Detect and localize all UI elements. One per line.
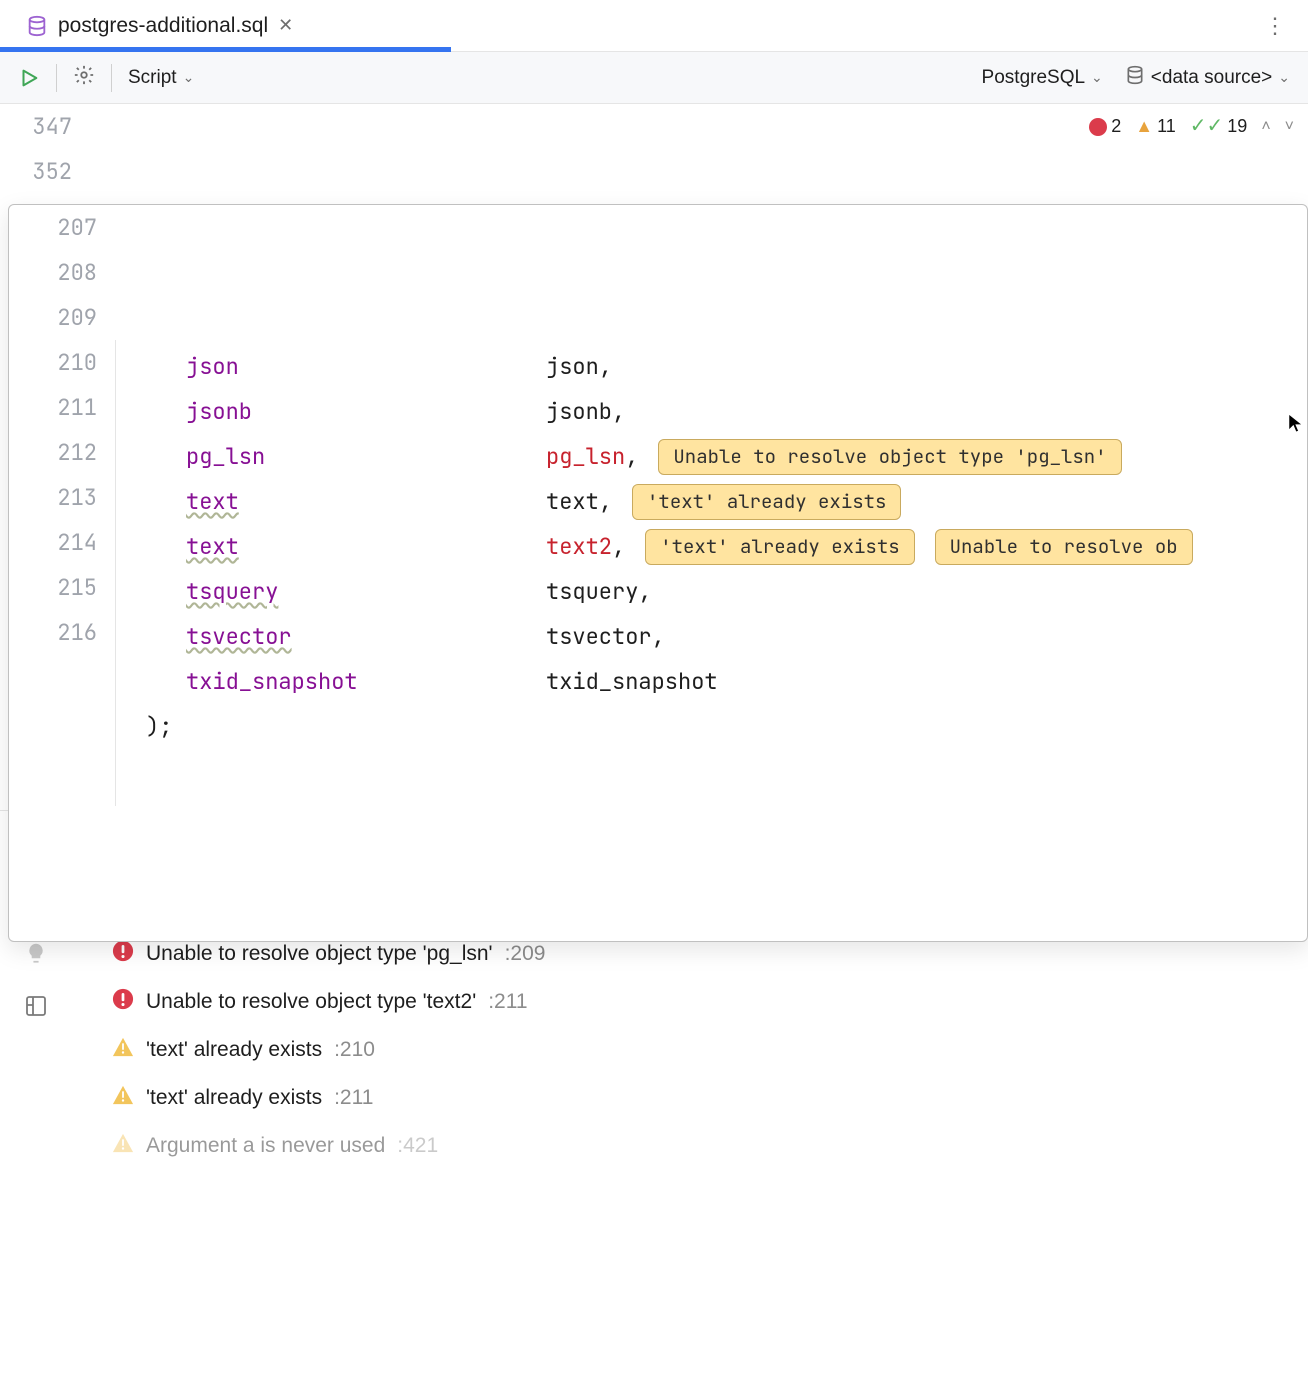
code-line[interactable]: pg_lsnpg_lsn,Unable to resolve object ty… xyxy=(146,434,1307,479)
run-icon[interactable] xyxy=(18,67,40,89)
dialect-dropdown[interactable]: PostgreSQL ⌄ xyxy=(982,67,1103,89)
close-icon[interactable]: ✕ xyxy=(278,15,293,36)
problem-text: Argument a is never used xyxy=(146,1134,385,1158)
inspection-tooltip[interactable]: 'text' already exists xyxy=(632,484,901,520)
code-line[interactable]: texttext,'text' already exists xyxy=(146,479,1307,524)
code-lens-popup[interactable]: 207208209210211212213214215216 jsonjson,… xyxy=(8,204,1308,942)
code-line[interactable]: tsquerytsquery, xyxy=(146,569,1307,614)
weak-warning-icon: ✓✓ xyxy=(1190,104,1224,149)
chevron-down-icon: ⌄ xyxy=(1278,69,1290,86)
script-dropdown[interactable]: Script ⌄ xyxy=(128,67,194,89)
warning-icon: ▲ xyxy=(1135,104,1153,149)
tab-bar: postgres-additional.sql ✕ ⋮ xyxy=(0,0,1308,52)
warning-count: 11 xyxy=(1157,104,1176,149)
chevron-down-icon: ⌄ xyxy=(183,69,195,86)
code-body[interactable]: jsonjson,jsonbjsonb,pg_lsnpg_lsn,Unable … xyxy=(115,340,1307,806)
prev-highlight-icon[interactable]: ˄ xyxy=(1261,104,1270,149)
inspection-tooltip[interactable]: Unable to resolve ob xyxy=(935,529,1193,565)
datasource-dropdown[interactable]: <data source> ⌄ xyxy=(1125,65,1290,91)
code-line[interactable]: ); xyxy=(146,704,1307,749)
code-line[interactable]: tsvectortsvector, xyxy=(146,614,1307,659)
problem-location: :421 xyxy=(397,1134,438,1158)
mouse-cursor xyxy=(1287,412,1305,434)
error-count: 2 xyxy=(1111,104,1121,149)
inspection-tooltip[interactable]: Unable to resolve object type 'pg_lsn' xyxy=(658,439,1121,475)
chevron-down-icon: ⌄ xyxy=(1091,69,1103,86)
code-line[interactable]: jsonbjsonb, xyxy=(146,389,1307,434)
inspection-tooltip[interactable]: 'text' already exists xyxy=(645,529,914,565)
datasource-label: <data source> xyxy=(1151,67,1272,89)
code-line[interactable]: jsonjson, xyxy=(146,344,1307,389)
error-icon xyxy=(1089,118,1107,136)
problem-item[interactable]: Argument a is never used :421 xyxy=(72,1122,1290,1170)
editor-tab[interactable]: postgres-additional.sql ✕ xyxy=(0,0,311,51)
code-line[interactable]: texttext2,'text' already existsUnable to… xyxy=(146,524,1307,569)
dialect-label: PostgreSQL xyxy=(982,67,1086,89)
weak-count-badge[interactable]: ✓✓ 19 xyxy=(1190,104,1248,149)
query-toolbar: Script ⌄ PostgreSQL ⌄ <data source> ⌄ xyxy=(0,52,1308,104)
warning-icon xyxy=(112,1132,134,1160)
weak-count: 19 xyxy=(1227,104,1247,149)
tab-title: postgres-additional.sql xyxy=(58,14,268,38)
inspection-widget[interactable]: 2 ▲ 11 ✓✓ 19 ˄ ˅ xyxy=(1079,104,1294,149)
more-icon[interactable]: ⋮ xyxy=(1254,13,1296,39)
warning-count-badge[interactable]: ▲ 11 xyxy=(1135,104,1176,149)
code-editor[interactable]: 347352353365366367368 create function pa… xyxy=(0,104,1308,784)
gutter: 207208209210211212213214215216 xyxy=(9,205,115,655)
code-line[interactable] xyxy=(146,749,1307,794)
database-icon xyxy=(1125,65,1145,91)
code-line[interactable]: txid_snapshottxid_snapshot xyxy=(146,659,1307,704)
script-label: Script xyxy=(128,67,177,89)
error-count-badge[interactable]: 2 xyxy=(1089,104,1121,149)
gear-icon[interactable] xyxy=(73,64,95,92)
database-icon xyxy=(26,15,48,37)
